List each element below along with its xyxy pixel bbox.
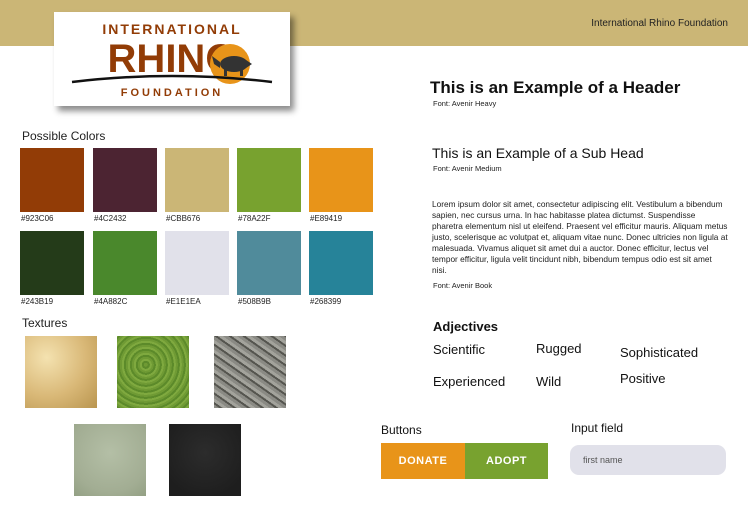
hex-label: #4A882C [94, 297, 128, 306]
texture-parchment [25, 336, 97, 408]
texture-grass [117, 336, 189, 408]
subhead-font-note: Font: Avenir Medium [433, 164, 502, 173]
hex-label: #508B9B [238, 297, 271, 306]
hex-label: #E89419 [310, 214, 343, 223]
donate-button[interactable]: DONATE [381, 443, 465, 479]
subhead-example: This is an Example of a Sub Head [432, 145, 644, 161]
textures-title: Textures [22, 316, 68, 330]
hex-label: #243B19 [21, 297, 54, 306]
body-font-note: Font: Avenir Book [433, 281, 493, 290]
swatch-cbb676 [165, 148, 229, 212]
palette-title: Possible Colors [22, 129, 106, 143]
swatch-78a22f [237, 148, 301, 212]
first-name-input[interactable] [570, 445, 726, 475]
texture-rhino-skin [214, 336, 286, 408]
adjective-word: Rugged [536, 341, 582, 356]
hex-label: #268399 [310, 297, 342, 306]
header-font-note: Font: Avenir Heavy [433, 99, 497, 108]
buttons-title: Buttons [381, 423, 422, 437]
texture-sage-gray [74, 424, 146, 496]
logo-top-text: INTERNATIONAL [102, 21, 241, 37]
swatch-508b9b [237, 231, 301, 295]
adjective-word: Wild [536, 374, 562, 389]
adjective-word: Scientific [433, 342, 486, 357]
swatch-243b19 [20, 231, 84, 295]
swatch-4a882c [93, 231, 157, 295]
swatch-e89419 [309, 148, 373, 212]
organization-title: International Rhino Foundation [591, 18, 728, 29]
adjective-word: Experienced [433, 374, 506, 389]
adopt-button[interactable]: ADOPT [465, 443, 548, 479]
header-example: This is an Example of a Header [430, 78, 681, 97]
swatch-e1e1ea [165, 231, 229, 295]
hex-label: #CBB676 [166, 214, 201, 223]
hex-label: #78A22F [238, 214, 271, 223]
hex-label: #4C2432 [94, 214, 127, 223]
texture-charcoal [169, 424, 241, 496]
adjective-word: Sophisticated [620, 345, 699, 360]
hex-label: #923C06 [21, 214, 54, 223]
adjectives-title: Adjectives [433, 319, 499, 334]
hex-label: #E1E1EA [166, 297, 201, 306]
input-field-title: Input field [571, 421, 624, 435]
logo-bottom-text: FOUNDATION [121, 87, 224, 99]
body-text-example: Lorem ipsum dolor sit amet, consectetur … [432, 199, 728, 275]
swatch-923c06 [20, 148, 84, 212]
swatch-268399 [309, 231, 373, 295]
rhino-logo: INTERNATIONAL RHINO FOUNDATION [71, 21, 273, 99]
swatch-4c2432 [93, 148, 157, 212]
logo-card: INTERNATIONAL RHINO FOUNDATION [54, 12, 290, 106]
adjective-word: Positive [620, 371, 666, 386]
